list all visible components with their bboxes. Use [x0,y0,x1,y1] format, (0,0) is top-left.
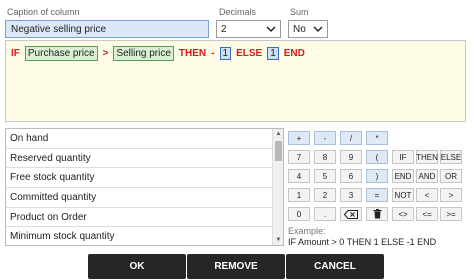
list-item[interactable]: On hand [6,129,274,149]
key-greater-than[interactable]: > [440,188,462,202]
list-scrollbar[interactable]: ▲ ▼ [272,129,283,245]
scroll-up-icon[interactable]: ▲ [273,129,283,139]
formula-if: IF [11,48,20,59]
clear-button[interactable] [366,207,388,221]
key-not-equal[interactable]: <> [392,207,414,221]
key-multiply[interactable]: * [366,131,388,145]
caption-input[interactable]: Negative selling price [5,20,209,38]
scroll-down-icon[interactable]: ▼ [273,235,283,245]
remove-button[interactable]: REMOVE [187,254,285,279]
formula-number-2[interactable]: 1 [267,47,279,60]
key-1[interactable]: 1 [288,188,310,202]
trash-icon [373,209,381,219]
formula-field-purchase-price[interactable]: Purchase price [24,46,98,61]
cancel-button[interactable]: CANCEL [286,254,384,279]
key-plus[interactable]: + [288,131,310,145]
key-8[interactable]: 8 [314,150,336,164]
example-label: Example: [288,226,326,236]
key-6[interactable]: 6 [340,169,362,183]
key-less-equal[interactable]: <= [416,207,438,221]
formula-field-selling-price[interactable]: Selling price [113,46,174,61]
key-3[interactable]: 3 [340,188,362,202]
key-end[interactable]: END [392,169,414,183]
formula-operator-gt: > [102,48,109,59]
decimals-label: Decimals [219,7,257,17]
key-2[interactable]: 2 [314,188,336,202]
sum-select[interactable]: No [288,20,328,38]
backspace-button[interactable] [340,207,362,221]
key-open-paren[interactable]: ( [366,150,388,164]
formula-editor[interactable]: IF Purchase price > Selling price THEN -… [5,40,466,122]
key-and[interactable]: AND [416,169,438,183]
formula-row: IF Purchase price > Selling price THEN -… [11,46,460,61]
key-greater-equal[interactable]: >= [440,207,462,221]
decimals-select[interactable]: 2 [216,20,281,38]
key-not[interactable]: NOT [392,188,414,202]
formula-then: THEN [178,48,207,59]
backspace-icon [344,209,358,219]
sum-value: No [293,23,306,35]
key-5[interactable]: 5 [314,169,336,183]
chevron-down-icon [266,26,276,33]
key-dot[interactable]: . [314,207,336,221]
key-4[interactable]: 4 [288,169,310,183]
list-item[interactable]: Committed quantity [6,188,274,208]
formula-minus: - [211,48,215,59]
key-divide[interactable]: / [340,131,362,145]
sum-label: Sum [290,7,309,17]
example-text: IF Amount > 0 THEN 1 ELSE -1 END [288,237,437,247]
list-item[interactable]: Reserved quantity [6,149,274,169]
key-9[interactable]: 9 [340,150,362,164]
caption-label: Caption of column [7,7,80,17]
key-then[interactable]: THEN [416,150,438,164]
list-item[interactable]: Minimum stock quantity [6,227,274,245]
list-item[interactable]: Product on Order [6,208,274,228]
field-list[interactable]: On hand Reserved quantity Free stock qua… [5,128,284,246]
formula-else: ELSE [236,48,263,59]
key-close-paren[interactable]: ) [366,169,388,183]
formula-end: END [283,48,305,59]
key-else[interactable]: ELSE [440,150,462,164]
key-equals[interactable]: = [366,188,388,202]
scroll-thumb[interactable] [275,141,282,161]
decimals-value: 2 [221,23,227,35]
key-less-than[interactable]: < [416,188,438,202]
key-if[interactable]: IF [392,150,414,164]
key-7[interactable]: 7 [288,150,310,164]
ok-button[interactable]: OK [88,254,186,279]
key-minus[interactable]: - [314,131,336,145]
key-or[interactable]: OR [440,169,462,183]
key-0[interactable]: 0 [288,207,310,221]
formula-number-1[interactable]: 1 [219,47,232,60]
list-item[interactable]: Free stock quantity [6,168,274,189]
chevron-down-icon [313,26,323,33]
